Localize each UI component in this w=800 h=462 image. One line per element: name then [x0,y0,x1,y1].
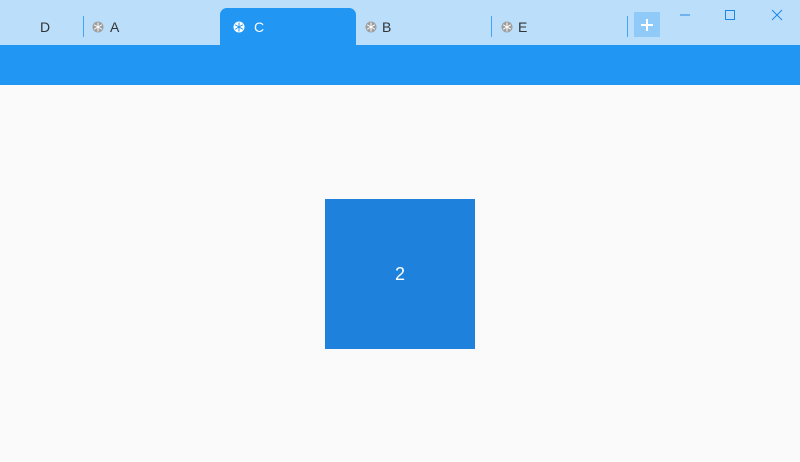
app-window: D A C B E 2 [0,0,800,462]
square-label: 2 [394,263,405,284]
toolbar [0,45,800,85]
tab-e[interactable]: E [501,8,625,45]
close-icon [771,9,783,21]
close-button[interactable] [754,0,800,30]
tab-d[interactable]: D [20,8,82,45]
tab-label: D [40,18,51,35]
tab-separator [491,16,492,37]
snowflake-icon [501,21,513,32]
maximize-icon [725,10,735,20]
content-square: 2 [325,199,475,349]
minimize-button[interactable] [662,0,708,30]
content-area: 2 [0,85,800,462]
tab-label: E [518,18,528,35]
snowflake-icon [365,21,377,32]
minimize-icon [680,14,690,16]
tab-separator [83,16,84,37]
new-tab-button[interactable] [634,12,660,37]
tab-label: C [254,18,265,35]
tab-label: A [110,18,120,35]
tab-label: B [382,18,392,35]
tab-b[interactable]: B [365,8,489,45]
plus-icon [641,18,653,31]
maximize-button[interactable] [707,0,753,30]
snowflake-icon [92,21,104,32]
snowflake-icon [233,21,245,32]
tab-separator [627,16,628,37]
title-bar: D A C B E [0,0,800,45]
tab-c[interactable]: C [220,8,356,45]
tab-a[interactable]: A [92,8,218,45]
